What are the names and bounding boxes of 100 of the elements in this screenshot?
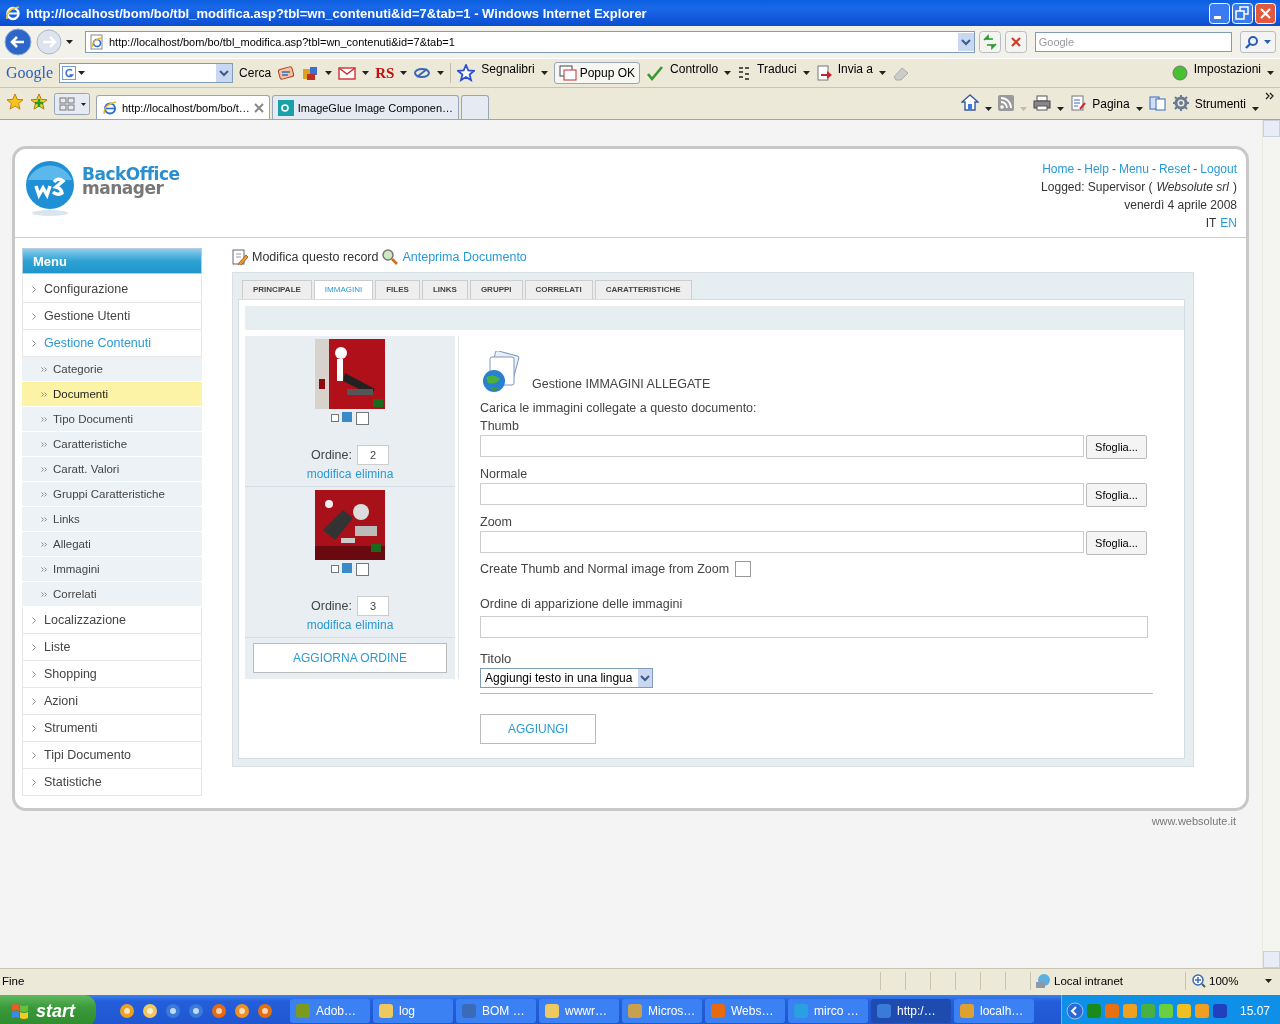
menu-item[interactable]: Tipi Documento <box>22 742 202 769</box>
tab[interactable]: FILES <box>375 280 420 299</box>
tab[interactable]: LINKS <box>421 280 468 299</box>
app-icon[interactable] <box>142 1003 158 1019</box>
app-icon[interactable] <box>188 1003 204 1019</box>
order-field[interactable]: 3 <box>357 596 389 616</box>
submenu-item[interactable]: Gruppi Caratteristiche <box>22 482 202 507</box>
minimize-icon[interactable] <box>1209 2 1230 24</box>
caret-icon[interactable] <box>1057 107 1065 111</box>
favorites-star-icon[interactable] <box>6 93 24 111</box>
search-button[interactable]: Cerca <box>239 66 272 80</box>
app-icon[interactable] <box>165 1003 181 1019</box>
translate-icon[interactable] <box>737 65 752 81</box>
browse-button[interactable]: Sfoglia... <box>1086 531 1147 555</box>
tab[interactable]: PRINCIPALE <box>242 280 312 299</box>
command-menu[interactable]: Pagina <box>1092 97 1130 111</box>
submenu-item[interactable]: Allegati <box>22 532 202 557</box>
refresh-icon[interactable] <box>978 31 1001 53</box>
tab[interactable]: CARATTERISTICHE <box>594 280 692 299</box>
toolbar-menu[interactable]: Controllo <box>670 62 719 76</box>
taskbar-button[interactable]: log <box>373 999 453 1023</box>
feed-icon[interactable] <box>998 95 1015 111</box>
toolbar-menu[interactable]: Traduci <box>757 62 797 76</box>
file-field[interactable] <box>480 531 1084 553</box>
caret-icon[interactable] <box>1135 107 1143 111</box>
stop-icon[interactable] <box>1004 31 1027 53</box>
browse-button[interactable]: Sfoglia... <box>1086 435 1147 459</box>
star-icon[interactable] <box>457 64 476 82</box>
print-icon[interactable] <box>1033 95 1052 111</box>
taskbar-button[interactable]: localh… <box>954 999 1034 1023</box>
address-field[interactable]: http://localhost/bom/bo/tbl_modifica.asp?tbl=wn_contenuti&id=7&tab=1 <box>85 31 975 53</box>
caret-icon[interactable] <box>437 71 445 75</box>
home-icon[interactable] <box>961 93 980 111</box>
caret-icon[interactable] <box>1267 71 1274 75</box>
menu-item[interactable]: Configurazione <box>22 276 202 303</box>
browse-button[interactable]: Sfoglia... <box>1086 483 1147 507</box>
tab[interactable]: GRUPPI <box>469 280 523 299</box>
command-menu[interactable]: Strumenti <box>1194 97 1246 111</box>
menu-item[interactable]: Strumenti <box>22 715 202 742</box>
caret-icon[interactable] <box>78 71 86 75</box>
tab[interactable]: CORRELATI <box>524 280 593 299</box>
research-icon[interactable] <box>1148 95 1167 111</box>
browser-tab[interactable]: ImageGlue Image Componen… <box>271 95 460 119</box>
submenu-item[interactable]: Tipo Documenti <box>22 407 202 432</box>
checkbox[interactable] <box>735 561 752 577</box>
taskbar-button[interactable]: http:/… <box>871 999 951 1023</box>
menu-item[interactable]: Liste <box>22 634 202 661</box>
spellcheck-icon[interactable] <box>646 65 665 81</box>
more-icon[interactable] <box>1265 92 1274 100</box>
caret-icon[interactable] <box>325 71 333 75</box>
popup-blocker-button[interactable]: Popup OK <box>553 62 641 84</box>
quick-tabs-icon[interactable] <box>54 93 90 115</box>
search-field[interactable]: Google <box>1034 32 1232 52</box>
tray-expand-icon[interactable] <box>1065 1002 1084 1020</box>
app-icon[interactable] <box>119 1003 135 1019</box>
image-size-options-icon[interactable] <box>330 411 370 425</box>
start-button[interactable]: start <box>0 995 96 1024</box>
caret-icon[interactable] <box>540 71 548 75</box>
dropdown-icon[interactable] <box>216 64 233 82</box>
caret-icon[interactable] <box>985 107 993 111</box>
caret-icon[interactable] <box>879 71 887 75</box>
mail-icon[interactable] <box>338 66 357 80</box>
restore-icon[interactable] <box>1232 2 1253 24</box>
taskbar-button[interactable]: mirco … <box>788 999 868 1023</box>
submenu-item[interactable]: Categorie <box>22 357 202 382</box>
submenu-item[interactable]: Correlati <box>22 582 202 607</box>
menu-item[interactable]: Azioni <box>22 688 202 715</box>
submenu-item[interactable]: Caratteristiche <box>22 432 202 457</box>
toolbar-menu[interactable]: Segnalibri <box>481 62 535 76</box>
caret-icon[interactable] <box>1265 979 1272 983</box>
dropdown-icon[interactable] <box>957 33 974 51</box>
toolbar-menu[interactable]: Invia a <box>837 62 874 76</box>
caret-icon[interactable] <box>362 71 370 75</box>
menu-item[interactable]: Localizzazione <box>22 607 202 634</box>
link-icon[interactable] <box>413 66 432 80</box>
caret-icon[interactable] <box>724 71 732 75</box>
language-select[interactable]: Aggiungi testo in una lingua <box>480 668 654 688</box>
close-icon[interactable] <box>253 102 264 113</box>
taskbar-button[interactable]: wwwr… <box>539 999 619 1023</box>
app-icon[interactable] <box>234 1003 250 1019</box>
caret-icon[interactable] <box>400 71 408 75</box>
taskbar-button[interactable]: Webs… <box>705 999 785 1023</box>
zoom-control[interactable]: 100% <box>1185 972 1272 990</box>
app-icon[interactable] <box>257 1003 273 1019</box>
google-search-field[interactable] <box>59 63 234 83</box>
caret-icon[interactable] <box>802 71 810 75</box>
taskbar-button[interactable]: Micros… <box>622 999 702 1023</box>
back-icon[interactable] <box>4 28 32 56</box>
submenu-item[interactable]: Caratt. Valori <box>22 457 202 482</box>
submenu-item[interactable]: Links <box>22 507 202 532</box>
file-field[interactable] <box>480 435 1084 457</box>
send-icon[interactable] <box>815 65 832 81</box>
news-icon[interactable] <box>277 65 296 81</box>
submenu-item[interactable]: Immagini <box>22 557 202 582</box>
tray-icon[interactable] <box>1211 1003 1228 1019</box>
menu-item[interactable]: Gestione Utenti <box>22 303 202 330</box>
rs-logo[interactable]: RS <box>375 64 395 82</box>
taskbar-button[interactable]: BOM … <box>456 999 536 1023</box>
order-field[interactable]: 2 <box>357 445 389 465</box>
app-icon[interactable] <box>211 1003 227 1019</box>
